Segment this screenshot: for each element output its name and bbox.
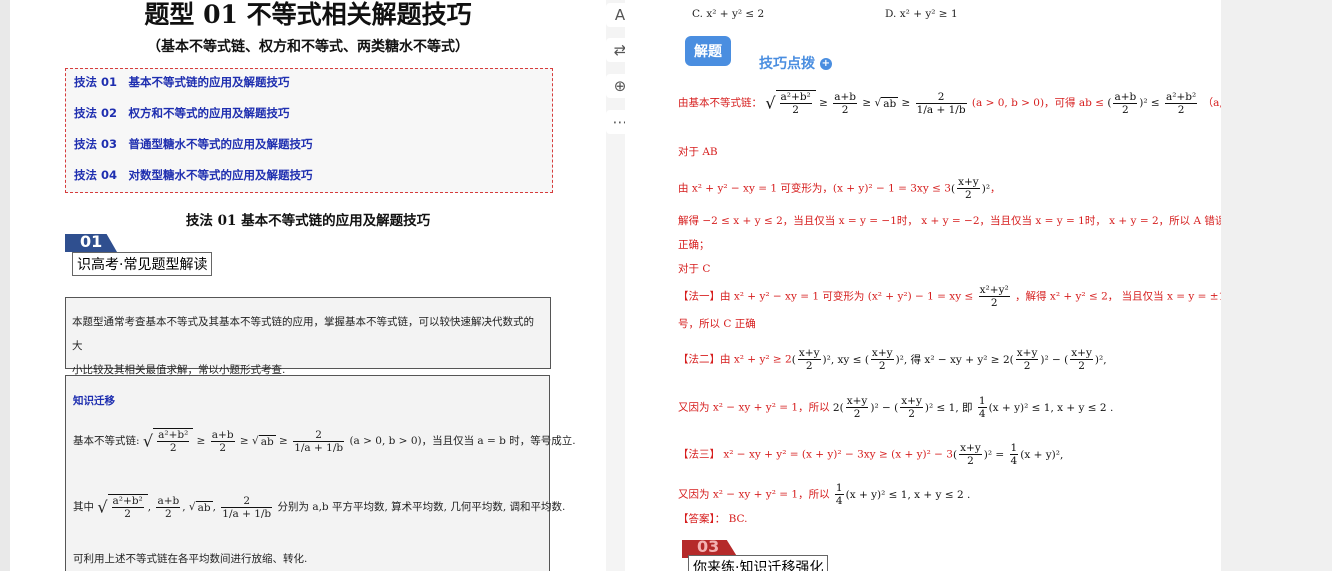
toc-box: 技法 01 基本不等式链的应用及解题技巧 技法 02 权方和不等式的应用及解题技… — [65, 68, 553, 193]
knowledge-last-line: 可利用上述不等式链在各平均数间进行放缩、转化. — [73, 553, 308, 565]
solution-line-1: 由基本不等式链： √ a²+b² 2 ≥ a+b 2 ≥ √ ab ≥ 2 1/a + 1… — [678, 90, 1221, 116]
line1-suffix: （a, b∈R）， — [1202, 97, 1221, 109]
knowledge-box: 知识迁移 基本不等式链: √ a²+b² 2 ≥ a+b 2 ≥ √ ab ≥ 2 1/a… — [65, 375, 576, 571]
banner-label-03: 你来练·知识迁移强化 — [688, 555, 829, 571]
means-definition: 其中 √ a²+b² 2, a+b 2, √ ab, 2 1/a + 1/b 分别为 a,… — [73, 494, 566, 520]
intro-line-1: 本题型通常考查基本不等式及其基本不等式链的应用，掌握基本不等式链，可以较快速解决… — [72, 316, 534, 352]
solution-line-11: 【法三】 x² − xy + y² = (x + y)² − 3xy ≥ (x … — [678, 442, 1064, 467]
solution-line-5: 正确； — [678, 239, 710, 251]
chain-condition: (a > 0, b > 0)，当且仅当 a = b 时，等号成立. — [349, 435, 576, 447]
right-scroll-area[interactable] — [1221, 0, 1332, 571]
toc-item-4[interactable]: 技法 04 对数型糖水不等式的应用及解题技巧 — [74, 167, 313, 183]
solution-line-6: 对于 C — [678, 263, 711, 275]
line3-text: 由 x² + y² − xy = 1 可变形为，(x + y)² − 1 = 3… — [678, 182, 951, 195]
banner-number-03: 03 — [697, 537, 720, 556]
solution-badge: 解题 — [685, 36, 731, 66]
line11-text: 【法三】 x² − xy + y² = (x + y)² − 3xy ≥ (x … — [678, 448, 953, 461]
solution-line-12: 又因为 x² − xy + y² = 1，所以 1 4 (x + y)² ≤ 1, … — [678, 482, 971, 507]
plus-icon[interactable]: + — [819, 58, 832, 70]
page-subtitle: （基本不等式链、权方和不等式、两类糖水不等式） — [147, 39, 469, 55]
line7-part-a: 【法一】由 x² + y² − xy = 1 可变形为 (x² + y²) − … — [678, 290, 974, 303]
line9-text: 【法二】由 x² + y² ≥ 2 — [678, 353, 792, 366]
answer-line: 【答案】： BC. — [678, 513, 748, 525]
means-prefix: 其中 — [73, 501, 94, 513]
means-suffix: 分别为 a,b 平方平均数, 算术平均数, 几何平均数, 调和平均数. — [277, 501, 566, 513]
chain-label: 基本不等式链: — [73, 435, 140, 447]
right-document-page: C. x² + y² ≤ 2 D. x² + y² ≥ 1 解题 技巧点拨 + … — [625, 0, 1221, 571]
page-title: 题型 01 不等式相关解题技巧 — [144, 0, 472, 29]
line10-text: 又因为 x² − xy + y² = 1，所以 — [678, 401, 830, 414]
knowledge-title: 知识迁移 — [73, 395, 115, 407]
option-c: C. x² + y² ≤ 2 — [692, 8, 765, 20]
solution-line-10: 又因为 x² − xy + y² = 1，所以 2(x+y 2)² − (x+y 2… — [678, 395, 1114, 420]
line7-part-b: ，解得 x² + y² ≤ 2， 当且仅当 x = y = ±1时取等 — [1015, 290, 1221, 303]
toc-item-2[interactable]: 技法 02 权方和不等式的应用及解题技巧 — [74, 105, 290, 121]
banner-label: 识高考·常见题型解读 — [72, 252, 213, 276]
intro-box: 本题型通常考查基本不等式及其基本不等式链的应用，掌握基本不等式链，可以较快速解决… — [65, 297, 551, 376]
toc-item-1[interactable]: 技法 01 基本不等式链的应用及解题技巧 — [74, 74, 290, 90]
section-heading: 技法 01 基本不等式链的应用及解题技巧 — [185, 213, 431, 229]
solution-line-2: 对于 AB — [678, 146, 718, 158]
solution-line-4: 解得 −2 ≤ x + y ≤ 2，当且仅当 x = y = −1时， x + … — [678, 215, 1221, 227]
tips-text: 技巧点拨 — [759, 56, 815, 72]
option-d: D. x² + y² ≥ 1 — [885, 8, 958, 20]
inequality-chain: 基本不等式链: √ a²+b² 2 ≥ a+b 2 ≥ √ ab ≥ 2 1/a + 1/… — [73, 428, 576, 454]
line1-prefix: 由基本不等式链： — [678, 97, 762, 109]
line1-condition: (a > 0, b > 0)，可得 ab ≤ — [971, 97, 1105, 109]
solution-line-3: 由 x² + y² − xy = 1 可变形为，(x + y)² − 1 = 3… — [678, 176, 1001, 201]
solution-line-7: 【法一】由 x² + y² − xy = 1 可变形为 (x² + y²) − … — [678, 284, 1221, 309]
banner-number: 01 — [80, 232, 103, 251]
line12-text: 又因为 x² − xy + y² = 1，所以 — [678, 488, 830, 501]
toc-item-3[interactable]: 技法 03 普通型糖水不等式的应用及解题技巧 — [74, 136, 313, 152]
solution-line-9: 【法二】由 x² + y² ≥ 2(x+y 2)², xy ≤ (x+y 2)², … — [678, 347, 1107, 372]
tips-label: 技巧点拨 + — [759, 53, 832, 73]
left-document-page: 题型 01 不等式相关解题技巧 （基本不等式链、权方和不等式、两类糖水不等式） … — [10, 0, 606, 571]
solution-line-8: 号，所以 C 正确 — [678, 318, 756, 330]
